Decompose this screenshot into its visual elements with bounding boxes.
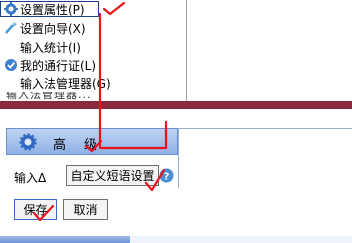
svg-text:?: ?	[164, 172, 170, 183]
menu-item-truncated: 输入法管理器...	[0, 92, 186, 100]
wand-icon	[5, 22, 17, 34]
menu-item-ime-manager[interactable]: 输入法管理器(G)	[0, 74, 186, 92]
menu-item-passport[interactable]: 我的通行证(L)	[0, 56, 186, 74]
menu-item-label: 输入统计(I)	[20, 41, 81, 55]
gear-icon	[19, 133, 37, 151]
content-panel	[178, 128, 352, 155]
save-button[interactable]: 保存	[14, 199, 57, 220]
menu-item-label: 输入法管理器(G)	[20, 77, 111, 91]
help-icon[interactable]: ?	[159, 168, 174, 183]
menu-item-label: 设置属性(P)	[20, 3, 85, 17]
cancel-button[interactable]: 取消	[63, 199, 108, 220]
menu-item-truncated-label: 输入法管理器...	[6, 92, 92, 100]
menu-border	[186, 0, 187, 101]
panel-divider	[178, 128, 179, 188]
input-label: 输入Δ	[14, 171, 47, 185]
advanced-tab-label: 高级	[53, 138, 116, 153]
gear-icon	[4, 2, 18, 16]
menu-item-input-stats[interactable]: 输入统计(I)	[0, 38, 186, 56]
custom-phrase-settings-button[interactable]: 自定义短语设置	[66, 165, 159, 186]
separator-bar	[0, 101, 352, 109]
menu-item-label: 我的通行证(L)	[20, 59, 97, 73]
context-menu: 设置属性(P) 设置向导(X) 输入统计(I) 我的通行证(L) 输入法管理器(…	[0, 0, 186, 100]
bottom-bar	[0, 236, 130, 243]
advanced-tab[interactable]: 高级	[6, 128, 178, 155]
menu-item-wizard[interactable]: 设置向导(X)	[0, 19, 186, 37]
menu-item-settings[interactable]: 设置属性(P)	[0, 0, 186, 18]
check-circle-icon	[5, 59, 17, 71]
menu-item-label: 设置向导(X)	[20, 22, 86, 36]
bottom-bar-fade	[130, 236, 352, 243]
